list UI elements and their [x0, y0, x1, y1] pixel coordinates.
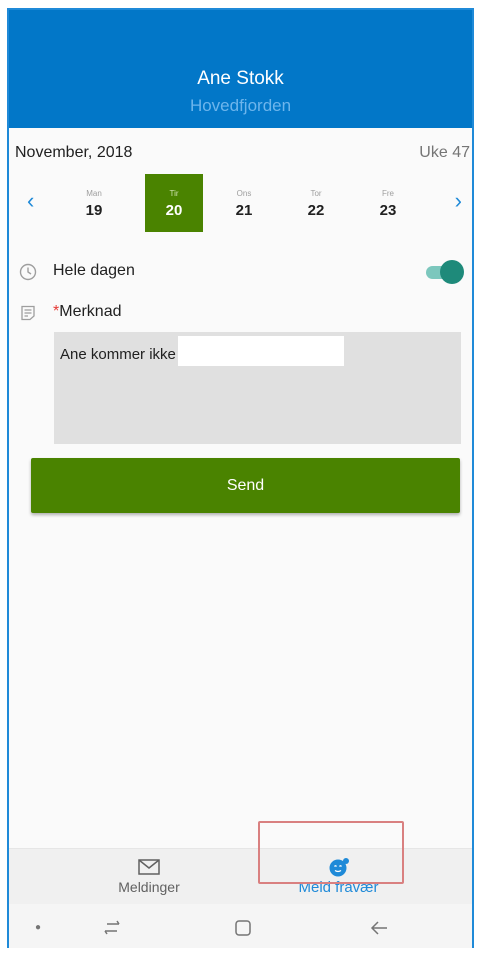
month-label: November, 2018	[15, 144, 133, 161]
day-number: 22	[307, 202, 325, 219]
clock-icon	[19, 263, 37, 281]
tab-report-absence-label: Meld fravær	[298, 879, 379, 896]
week-selector: ‹ Man 19 Tir 20 Ons 21 Tor 22 Fre 23 ›	[9, 174, 472, 234]
day-name: Ons	[236, 189, 252, 198]
day-number: 19	[85, 202, 103, 219]
month-row: November, 2018 Uke 47	[9, 144, 472, 168]
envelope-icon	[138, 859, 160, 875]
recent-apps-icon[interactable]	[101, 918, 123, 938]
bottom-navigation: Meldinger Meld fravær	[9, 848, 472, 904]
chevron-left-icon[interactable]: ‹	[27, 188, 34, 214]
toggle-knob	[440, 260, 464, 284]
system-navigation-bar: ●	[9, 904, 472, 948]
all-day-row: Hele dagen	[9, 259, 472, 287]
day-name: Tor	[310, 189, 322, 198]
send-button[interactable]: Send	[31, 458, 460, 513]
note-text: Ane kommer ikke	[60, 346, 176, 364]
dot-indicator: ●	[35, 922, 42, 933]
day-number: 21	[235, 202, 253, 219]
all-day-label: Hele dagen	[53, 262, 135, 279]
all-day-toggle[interactable]	[426, 260, 464, 284]
tab-messages[interactable]: Meldinger	[89, 849, 209, 905]
app-header: Ane Stokk Hovedfjorden	[9, 10, 472, 128]
chevron-right-icon[interactable]: ›	[455, 188, 462, 214]
app-frame: Ane Stokk Hovedfjorden November, 2018 Uk…	[7, 8, 474, 948]
note-label-text: Merknad	[59, 303, 122, 320]
school-name: Hovedfjorden	[189, 96, 292, 115]
day-name: Fre	[382, 189, 394, 198]
note-icon	[21, 305, 35, 321]
day-friday[interactable]: Fre 23	[359, 174, 417, 232]
day-wednesday[interactable]: Ons 21	[215, 174, 273, 232]
week-label: Uke 47	[419, 144, 470, 161]
student-name: Ane Stokk	[197, 68, 284, 89]
day-monday[interactable]: Man 19	[65, 174, 123, 232]
absence-icon	[329, 858, 349, 877]
day-number: 23	[379, 202, 397, 219]
note-label: *Merknad	[53, 303, 121, 321]
note-row: *Merknad	[9, 300, 472, 328]
day-name: Tir	[169, 189, 179, 198]
tab-messages-label: Meldinger	[118, 879, 180, 895]
day-thursday[interactable]: Tor 22	[287, 174, 345, 232]
day-name: Man	[86, 189, 102, 198]
text-selection	[177, 336, 344, 366]
note-textarea[interactable]: Ane kommer ikke	[54, 332, 461, 444]
home-icon[interactable]	[233, 918, 253, 938]
tab-report-absence[interactable]: Meld fravær	[265, 849, 412, 905]
back-icon[interactable]	[369, 918, 391, 938]
day-tuesday[interactable]: Tir 20	[145, 174, 203, 232]
day-number: 20	[165, 202, 183, 219]
